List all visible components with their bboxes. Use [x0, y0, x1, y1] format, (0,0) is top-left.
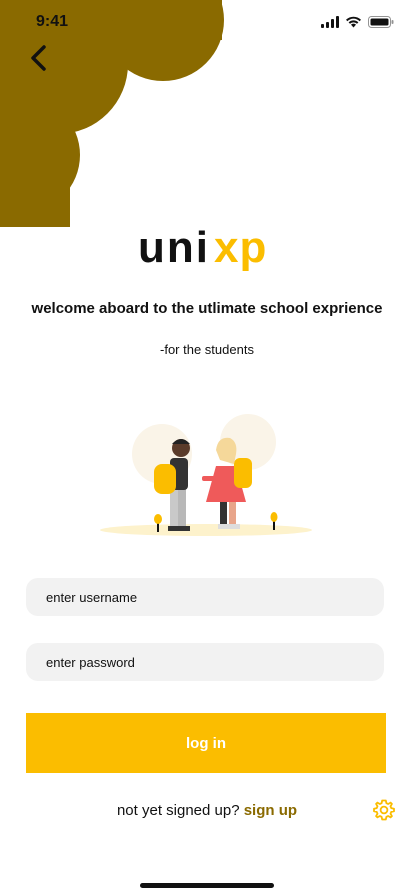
- signal-icon: [321, 16, 339, 28]
- students-illustration: [100, 414, 312, 536]
- tagline: welcome aboard to the utlimate school ex…: [31, 300, 383, 317]
- status-icons: [321, 16, 394, 28]
- wifi-icon: [346, 16, 361, 28]
- back-arrow-icon[interactable]: [26, 44, 54, 72]
- signup-prompt: not yet signed up?: [116, 802, 240, 819]
- signup-row: not yet signed up? sign up: [0, 802, 414, 819]
- logo-text-accent: xp: [214, 224, 267, 272]
- logo-text-main: uni: [138, 224, 210, 272]
- unixp-logo: uni xp: [138, 224, 267, 272]
- status-time: 9:41: [36, 13, 69, 30]
- battery-icon: [368, 16, 394, 28]
- home-indicator: [140, 883, 274, 888]
- password-input[interactable]: [26, 643, 384, 681]
- signup-link[interactable]: sign up: [244, 802, 297, 819]
- status-bar: 9:41: [0, 0, 414, 44]
- gear-icon[interactable]: [372, 798, 396, 822]
- username-input[interactable]: [26, 578, 384, 616]
- subtitle: -for the students: [160, 342, 254, 357]
- login-button[interactable]: log in: [26, 713, 386, 773]
